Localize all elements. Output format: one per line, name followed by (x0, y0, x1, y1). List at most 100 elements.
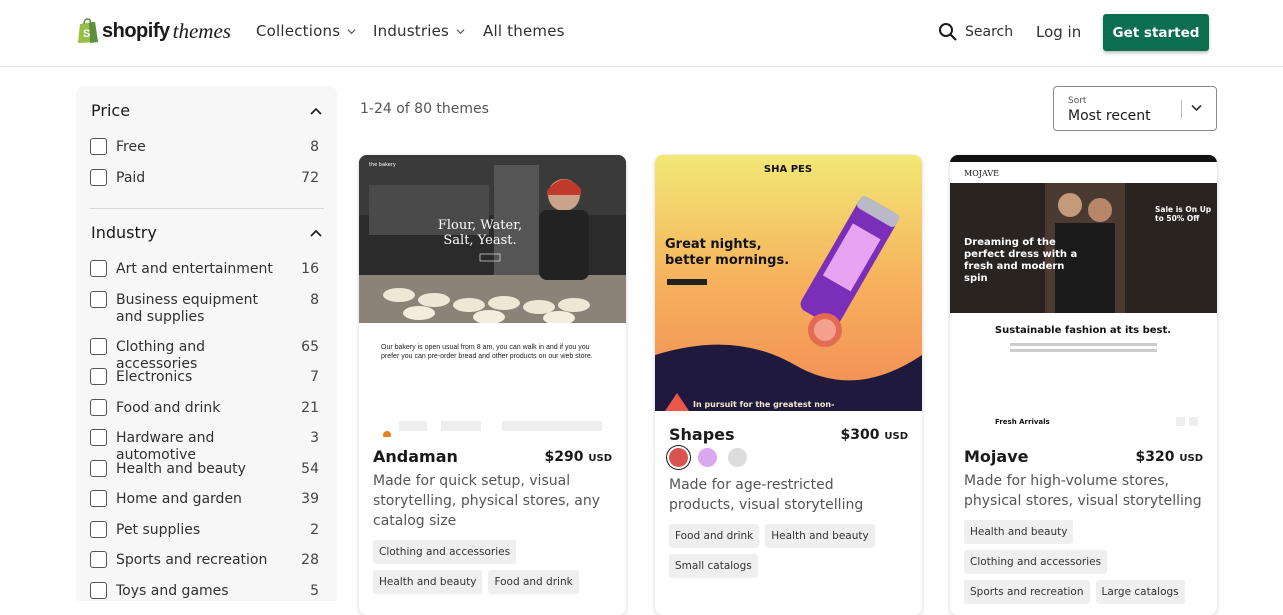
theme-price: $320 USD (1136, 449, 1203, 465)
price-currency: USD (884, 431, 908, 442)
results-count: 1-24 of 80 themes (360, 101, 489, 117)
theme-name[interactable]: Mojave (964, 447, 1028, 466)
filter-option-health[interactable]: Health and beauty 54 (90, 460, 319, 478)
theme-tag[interactable]: Sports and recreation (964, 580, 1090, 604)
checkbox[interactable] (90, 551, 107, 568)
theme-tags-row2: Small catalogs (669, 554, 914, 578)
shopify-themes-logo[interactable]: S shopify themes (77, 16, 231, 46)
theme-tag[interactable]: Small catalogs (669, 554, 758, 578)
theme-tag[interactable]: Health and beauty (373, 570, 483, 594)
filter-option-electronics[interactable]: Electronics 7 (90, 368, 319, 386)
color-swatch-purple[interactable] (698, 448, 717, 467)
search-button[interactable]: Search (938, 22, 1013, 42)
checkbox[interactable] (90, 460, 107, 477)
preview-section-title: Fresh Arrivals (995, 418, 1050, 426)
filter-count: 39 (301, 491, 319, 507)
nav-all-themes-label: All themes (483, 22, 565, 40)
nav-collections-label: Collections (256, 22, 341, 40)
chevron-down-icon (1191, 104, 1202, 112)
theme-tag[interactable]: Large catalogs (1095, 580, 1185, 604)
theme-tag[interactable]: Health and beauty (964, 520, 1074, 544)
filter-option-pet[interactable]: Pet supplies 2 (90, 521, 319, 539)
filter-option-clothing[interactable]: Clothing and accessories 65 (90, 338, 319, 373)
checkbox[interactable] (90, 429, 107, 446)
sort-label: Sort (1068, 96, 1087, 106)
nav-industries[interactable]: Industries (373, 22, 465, 40)
theme-tag[interactable]: Clothing and accessories (964, 550, 1108, 574)
filter-label: Toys and games (116, 583, 229, 599)
checkbox[interactable] (90, 291, 107, 308)
theme-tag[interactable]: Clothing and accessories (373, 540, 517, 564)
checkbox[interactable] (90, 368, 107, 385)
filter-count: 8 (310, 292, 319, 308)
filter-label: Clothing and accessories (116, 339, 206, 372)
theme-tags: Health and beauty (964, 520, 1209, 544)
checkbox[interactable] (90, 399, 107, 416)
theme-tags-row2: Clothing and accessories (964, 550, 1209, 574)
filter-count: 2 (310, 522, 319, 538)
svg-text:S: S (83, 28, 90, 40)
filter-count: 5 (310, 583, 319, 599)
filter-option-paid[interactable]: Paid 72 (90, 169, 319, 187)
preview-hero-line1: Great nights, (665, 237, 762, 252)
filter-label: Art and entertainment (116, 261, 273, 277)
theme-name[interactable]: Andaman (373, 447, 458, 466)
filter-option-sports[interactable]: Sports and recreation 28 (90, 551, 319, 569)
theme-preview-image[interactable]: MOJAVE Dreaming of the perfect dress wit… (950, 155, 1217, 435)
theme-tag[interactable]: Food and drink (488, 570, 579, 594)
price-currency: USD (588, 453, 612, 464)
theme-card-shapes[interactable]: SHA PES Great nights, better mornings. I… (655, 155, 922, 615)
checkbox[interactable] (90, 138, 107, 155)
price-value: $300 (840, 427, 880, 443)
filter-label: Pet supplies (116, 522, 201, 538)
filter-label: Paid (116, 170, 146, 186)
filter-option-art[interactable]: Art and entertainment 16 (90, 260, 319, 278)
preview-hero-text: Dreaming of the perfect dress with a fre… (964, 237, 1078, 284)
shapes-preview: SHA PES Great nights, better mornings. I… (655, 155, 922, 411)
checkbox[interactable] (90, 260, 107, 277)
shopify-bag-icon: S (78, 18, 98, 43)
industry-filter-title: Industry (91, 223, 157, 242)
price-filter-header[interactable]: Price (91, 101, 322, 120)
color-swatch-red[interactable] (669, 448, 688, 467)
filter-option-business[interactable]: Business equipment and supplies 8 (90, 291, 319, 326)
checkbox[interactable] (90, 169, 107, 186)
filter-option-home[interactable]: Home and garden 39 (90, 490, 319, 508)
theme-card-mojave[interactable]: MOJAVE Dreaming of the perfect dress wit… (950, 155, 1217, 615)
preview-logo: SHA PES (764, 164, 812, 175)
mojave-preview: MOJAVE Dreaming of the perfect dress wit… (950, 155, 1217, 435)
filter-option-free[interactable]: Free 8 (90, 138, 319, 156)
site-header: S shopify themes Collections Industries … (0, 0, 1283, 67)
color-swatch-gray[interactable] (728, 448, 747, 467)
theme-name[interactable]: Shapes (669, 425, 735, 444)
filter-label: Business equipment and supplies (116, 292, 258, 325)
theme-tag[interactable]: Health and beauty (765, 524, 875, 548)
filter-label: Home and garden (116, 491, 242, 507)
preview-logo: MOJAVE (964, 169, 999, 178)
filter-option-toys[interactable]: Toys and games 5 (90, 582, 319, 600)
checkbox[interactable] (90, 521, 107, 538)
theme-card-andaman[interactable]: the bakery Flour, Water, Salt, Yeast. Ou… (359, 155, 626, 615)
nav-collections[interactable]: Collections (256, 22, 356, 40)
get-started-button[interactable]: Get started (1103, 14, 1209, 51)
industry-filter-header[interactable]: Industry (91, 223, 322, 242)
preview-store-name: the bakery (369, 162, 396, 168)
sort-select[interactable]: Sort Most recent (1053, 86, 1217, 131)
theme-tags: Food and drink Health and beauty (669, 524, 914, 548)
theme-tag[interactable]: Food and drink (669, 524, 760, 548)
login-link[interactable]: Log in (1036, 23, 1081, 41)
checkbox[interactable] (90, 582, 107, 599)
preview-footer-text: In pursuit for the greatest non- (693, 400, 834, 409)
theme-preview-image[interactable]: SHA PES Great nights, better mornings. I… (655, 155, 922, 411)
filter-option-hardware[interactable]: Hardware and automotive 3 (90, 429, 319, 464)
nav-all-themes[interactable]: All themes (483, 22, 565, 40)
checkbox[interactable] (90, 338, 107, 355)
filter-option-food[interactable]: Food and drink 21 (90, 399, 319, 417)
theme-preview-image[interactable]: the bakery Flour, Water, Salt, Yeast. Ou… (359, 155, 626, 437)
checkbox[interactable] (90, 490, 107, 507)
search-label: Search (965, 24, 1014, 40)
preview-tagline: Sustainable fashion at its best. (995, 325, 1171, 336)
chevron-down-icon (347, 28, 356, 34)
filter-label: Sports and recreation (116, 552, 268, 568)
theme-description: Made for age-restricted products, visual… (669, 477, 864, 513)
